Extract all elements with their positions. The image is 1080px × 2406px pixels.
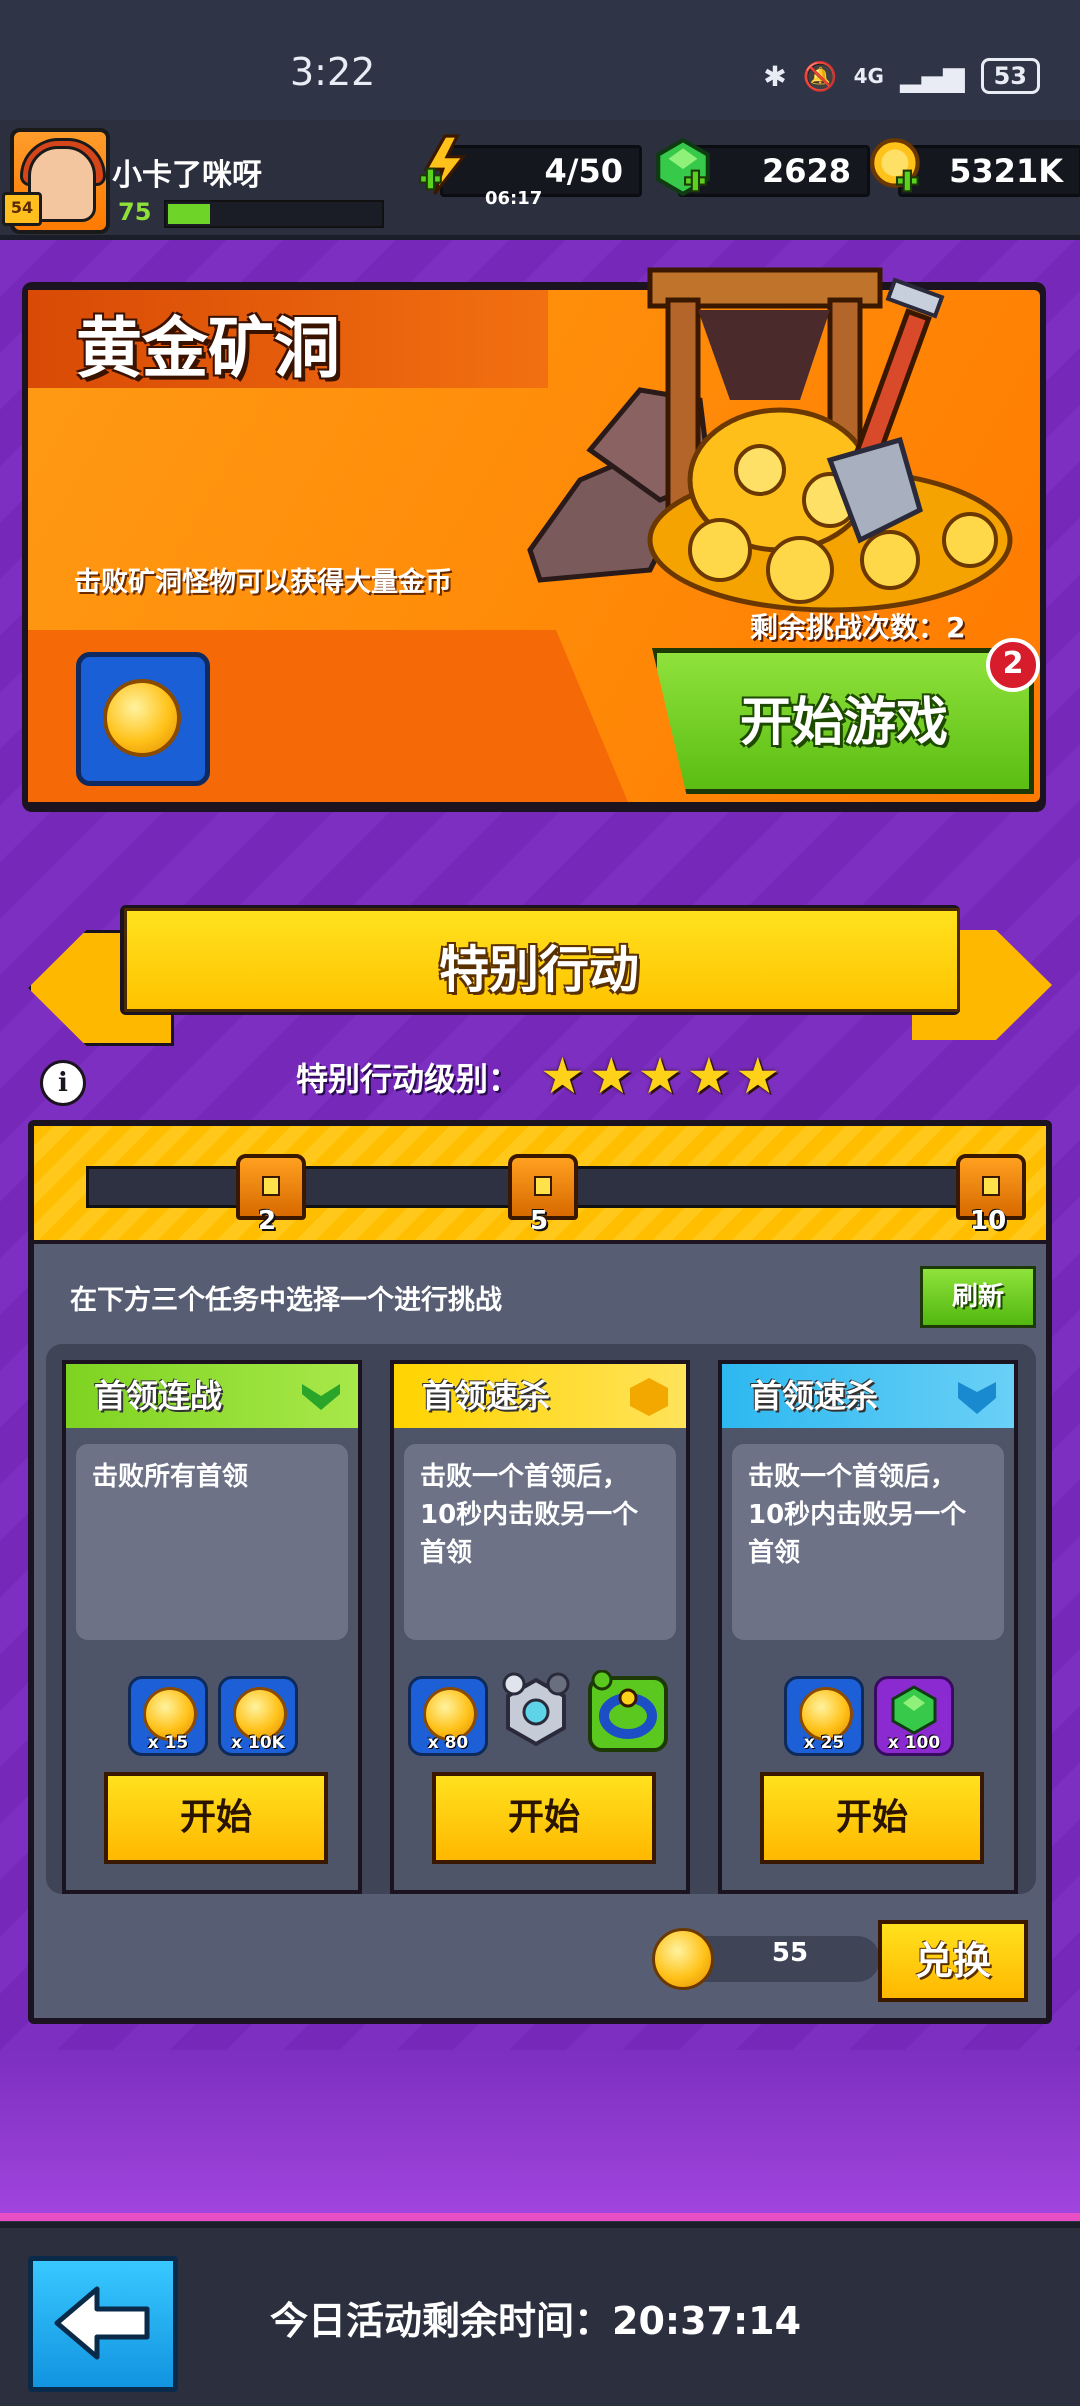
gold-coin-icon xyxy=(103,679,181,757)
star-rating: ★ ★ ★ ★ ★ xyxy=(540,1046,780,1106)
task-description: 击败所有首领 xyxy=(76,1444,348,1640)
gem-icon xyxy=(891,1685,937,1735)
refresh-button[interactable]: 刷新 xyxy=(920,1266,1036,1328)
reward-quantity: x 15 xyxy=(147,1733,189,1753)
player-level: 75 xyxy=(118,198,152,226)
info-icon[interactable]: i xyxy=(40,1060,86,1106)
back-button[interactable] xyxy=(28,2256,178,2392)
task-card: 首领连战 击败所有首领 x 15 x 10K 开始 xyxy=(62,1360,362,1894)
redeem-button[interactable]: 兑换 xyxy=(878,1920,1028,2002)
task-start-button[interactable]: 开始 xyxy=(104,1772,328,1864)
bluetooth-icon: ✱ xyxy=(763,59,787,93)
task-card: 首领速杀 击败一个首领后，10秒内击败另一个首领 x 80 开始 xyxy=(390,1360,690,1894)
reward-quantity: x 80 xyxy=(427,1733,469,1753)
task-category-icon xyxy=(302,1384,340,1410)
status-clock: 3:22 xyxy=(290,50,376,94)
gear-item-icon xyxy=(502,1672,570,1747)
task-category-icon xyxy=(630,1378,668,1416)
event-time-remaining: 今日活动剩余时间：20:37:14 xyxy=(270,2299,802,2343)
lightning-icon[interactable] xyxy=(416,134,478,196)
battery-icon: 53 xyxy=(980,58,1040,94)
special-action-title: 特别行动 xyxy=(439,941,639,999)
reward-gem-box: x 100 xyxy=(874,1676,954,1756)
notification-badge: 2 xyxy=(986,638,1040,692)
star-icon: ★ xyxy=(588,1047,634,1105)
chest-lock xyxy=(982,1176,1000,1196)
gold-coin-icon[interactable] xyxy=(866,136,928,198)
redeem-count: 55 xyxy=(771,1938,809,1968)
xp-bar-fill xyxy=(168,204,211,224)
milestone-label: 5 xyxy=(530,1206,549,1236)
reward-quantity: x 100 xyxy=(887,1733,941,1753)
milestone-label: 10 xyxy=(970,1206,1007,1236)
chest-lock xyxy=(262,1176,280,1196)
gold-mine-description: 击败矿洞怪物可以获得大量金币 xyxy=(74,567,452,598)
gold-mine-title: 黄金矿洞 xyxy=(76,310,340,387)
reward-coin-box: x 25 xyxy=(784,1676,864,1756)
ring-item-icon xyxy=(588,1670,668,1752)
milestone-label: 2 xyxy=(258,1206,277,1236)
star-icon: ★ xyxy=(735,1047,781,1105)
reward-quantity: x 10K xyxy=(231,1733,285,1753)
main-background-bottom xyxy=(0,2050,1080,2220)
xp-bar xyxy=(164,200,384,228)
player-name: 小卡了咪呀 xyxy=(112,158,262,193)
star-icon: ★ xyxy=(686,1047,732,1105)
mute-bell-icon: 🔕 xyxy=(802,59,838,93)
top-hud: 54 小卡了咪呀 75 4/50 06:17 2628 5321K xyxy=(0,120,1080,241)
star-icon: ★ xyxy=(637,1047,683,1105)
reward-coin-box: x 80 xyxy=(408,1676,488,1756)
chest-lock xyxy=(534,1176,552,1196)
reward-quantity: x 25 xyxy=(803,1733,845,1753)
challenge-instructions: 在下方三个任务中选择一个进行挑战 xyxy=(70,1285,502,1316)
signal-icon: ▂▄▆ xyxy=(899,59,965,93)
divider xyxy=(0,2213,1080,2221)
reward-coin-box: x 10K xyxy=(218,1676,298,1756)
start-game-label[interactable]: 开始游戏 xyxy=(740,680,948,755)
special-action-level-label: 特别行动级别： xyxy=(296,1060,521,1098)
reward-coin-box: x 15 xyxy=(128,1676,208,1756)
gold-mine-illustration xyxy=(527,267,1013,613)
status-icons: ✱ 🔕 4G ▂▄▆ 53 xyxy=(763,58,1040,94)
task-start-button[interactable]: 开始 xyxy=(432,1772,656,1864)
remaining-attempts: 剩余挑战次数：2 xyxy=(750,611,966,644)
task-category-icon xyxy=(958,1382,996,1414)
avatar-level-badge: 54 xyxy=(2,192,42,226)
task-description: 击败一个首领后，10秒内击败另一个首领 xyxy=(732,1444,1004,1640)
task-start-button[interactable]: 开始 xyxy=(760,1772,984,1864)
task-description: 击败一个首领后，10秒内击败另一个首领 xyxy=(404,1444,676,1640)
task-card: 首领速杀 击败一个首领后，10秒内击败另一个首领 x 25 x 100 开始 xyxy=(718,1360,1018,1894)
energy-timer: 06:17 xyxy=(485,188,543,209)
star-icon: ★ xyxy=(540,1047,585,1105)
network-label: 4G xyxy=(853,64,884,88)
gem-icon[interactable] xyxy=(652,136,714,198)
back-arrow-icon xyxy=(54,2286,150,2360)
reward-coin-slot[interactable] xyxy=(76,652,210,786)
